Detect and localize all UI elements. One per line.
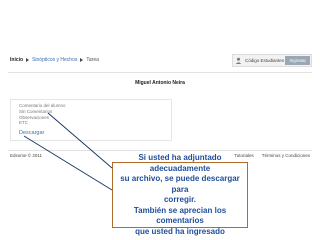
user-icon bbox=[235, 57, 242, 64]
chevron-right-icon bbox=[26, 58, 30, 62]
breadcrumb: Inicio Sinópticos y Hechos Tarea bbox=[10, 57, 99, 63]
chevron-right-icon bbox=[80, 58, 84, 62]
terms-link[interactable]: Términos y Condiciones bbox=[262, 153, 310, 158]
download-link[interactable]: Descargar bbox=[19, 130, 44, 136]
comment-line: ETC bbox=[19, 120, 28, 126]
divider bbox=[8, 72, 312, 73]
callout-arrow bbox=[23, 135, 113, 191]
breadcrumb-course[interactable]: Sinópticos y Hechos bbox=[32, 57, 77, 63]
comments-panel: Comentario del alumno Sin Comentarios Ob… bbox=[10, 99, 172, 141]
breadcrumb-current: Tarea bbox=[86, 57, 99, 63]
student-code-label: Código Estudiantes bbox=[245, 58, 285, 63]
callout-text: Si usted ha adjuntado adecuadamente su a… bbox=[120, 153, 240, 236]
divider bbox=[8, 150, 312, 151]
enter-button[interactable]: Ingresar bbox=[285, 56, 310, 65]
comment-line: Comentario del alumno bbox=[19, 103, 66, 108]
footer-copyright: Edsome © 2011 bbox=[10, 153, 43, 158]
breadcrumb-home[interactable]: Inicio bbox=[10, 57, 23, 63]
student-code-box: Código Estudiantes Ingresar bbox=[232, 54, 312, 67]
comment-lines: Comentario del alumno Sin Comentarios Ob… bbox=[19, 103, 66, 126]
callout-box: Si usted ha adjuntado adecuadamente su a… bbox=[112, 153, 248, 236]
student-name: Miguel Antonio Neira bbox=[135, 80, 185, 86]
